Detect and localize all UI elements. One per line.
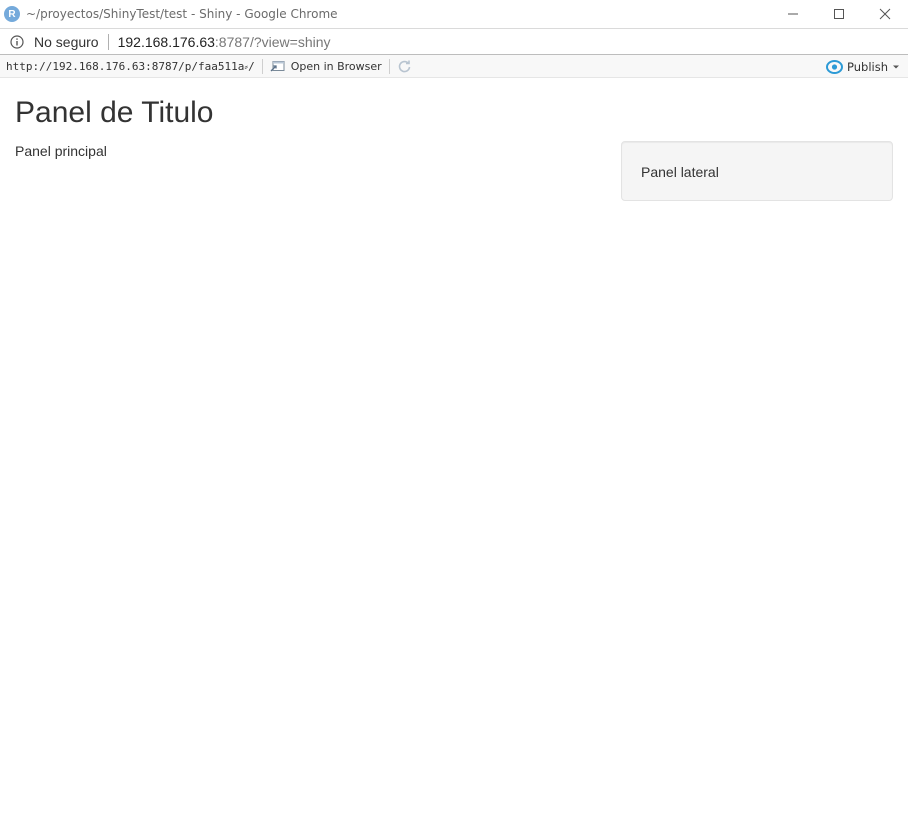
open-in-browser-icon [270, 61, 285, 72]
side-panel: Panel lateral [621, 141, 893, 201]
publish-button[interactable]: Publish [826, 55, 900, 78]
publish-icon [826, 59, 843, 74]
main-panel: Panel principal [15, 143, 107, 159]
address-separator [107, 33, 109, 50]
address-bar[interactable]: No seguro 192.168.176.63:8787/?view=shin… [0, 28, 908, 55]
side-panel-text: Panel lateral [641, 164, 719, 180]
publish-label: Publish [847, 59, 888, 74]
chevron-down-icon[interactable] [892, 64, 900, 70]
open-in-browser-label: Open in Browser [290, 59, 382, 73]
security-label[interactable]: No seguro [34, 34, 99, 50]
window-controls [770, 0, 908, 28]
open-in-browser-button[interactable]: Open in Browser [270, 59, 382, 73]
close-button[interactable] [862, 0, 908, 28]
maximize-icon [834, 9, 844, 19]
url-host[interactable]: 192.168.176.63 [118, 34, 215, 50]
window-title: ~/proyectos/ShinyTest/test - Shiny - Goo… [26, 7, 338, 21]
close-icon [879, 8, 891, 20]
window-titlebar: R ~/proyectos/ShinyTest/test - Shiny - G… [0, 0, 908, 28]
maximize-button[interactable] [816, 0, 862, 28]
info-icon[interactable] [10, 34, 24, 49]
page-title: Panel de Titulo [15, 96, 214, 129]
minimize-button[interactable] [770, 0, 816, 28]
viewer-toolbar: http://192.168.176.63:8787/p/faa511a⸗/ O… [0, 55, 908, 78]
toolbar-separator [388, 58, 390, 74]
minimize-icon [788, 13, 798, 15]
toolbar-separator [261, 58, 263, 74]
r-logo-icon: R [4, 6, 20, 22]
viewer-url: http://192.168.176.63:8787/p/faa511a⸗/ [6, 59, 255, 73]
refresh-icon[interactable] [397, 59, 412, 74]
url-path[interactable]: :8787/?view=shiny [215, 34, 331, 50]
